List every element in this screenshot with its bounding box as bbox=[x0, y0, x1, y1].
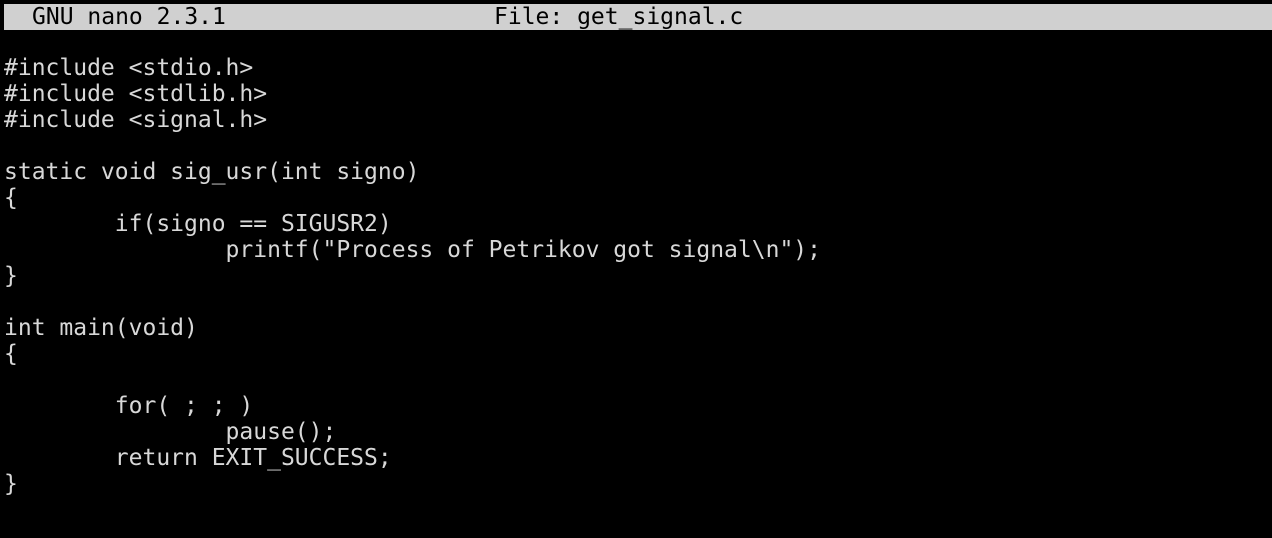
code-line: } bbox=[4, 471, 18, 497]
nano-title-bar: GNU nano 2.3.1 File: get_signal.c bbox=[4, 4, 1272, 30]
code-line: pause(); bbox=[4, 419, 337, 445]
file-name: File: get_signal.c bbox=[494, 4, 744, 30]
code-line: #include <stdlib.h> bbox=[4, 81, 268, 107]
code-line: { bbox=[4, 185, 18, 211]
code-line: #include <stdio.h> bbox=[4, 55, 254, 81]
code-line: for( ; ; ) bbox=[4, 393, 254, 419]
code-line: return EXIT_SUCCESS; bbox=[4, 445, 392, 471]
code-line: int main(void) bbox=[4, 315, 198, 341]
text-editor-area[interactable]: #include <stdio.h> #include <stdlib.h> #… bbox=[4, 55, 1272, 525]
code-line: printf("Process of Petrikov got signal\n… bbox=[4, 237, 821, 263]
editor-version: GNU nano 2.3.1 bbox=[32, 4, 226, 30]
code-line: static void sig_usr(int signo) bbox=[4, 159, 420, 185]
code-line: { bbox=[4, 341, 18, 367]
code-line: #include <signal.h> bbox=[4, 107, 268, 133]
code-line: } bbox=[4, 263, 18, 289]
code-line: if(signo == SIGUSR2) bbox=[4, 211, 392, 237]
